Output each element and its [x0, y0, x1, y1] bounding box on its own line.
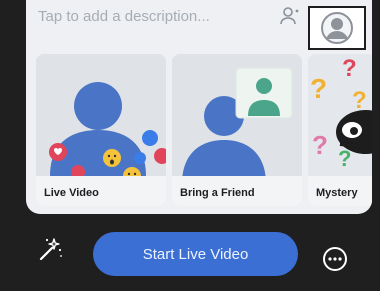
svg-text:?: ?: [342, 55, 357, 82]
card-label: Live Video: [44, 187, 99, 199]
card-label: Mystery: [316, 187, 358, 199]
profile-avatar-icon: [321, 12, 353, 44]
post-sheet: Tap to add a description... Live Video B…: [26, 0, 372, 214]
magic-wand-icon[interactable]: [38, 236, 64, 262]
start-live-video-button[interactable]: Start Live Video: [93, 232, 298, 276]
svg-text:?: ?: [312, 130, 328, 160]
description-input[interactable]: Tap to add a description...: [38, 8, 210, 25]
bottom-bar: Start Live Video: [0, 214, 380, 291]
card-bring-a-friend[interactable]: Bring a Friend: [172, 54, 302, 206]
effects-carousel[interactable]: Live Video Bring a Friend ? ? ? ? ? Myst…: [36, 54, 372, 206]
more-options-icon[interactable]: [322, 246, 348, 272]
card-live-video[interactable]: Live Video: [36, 54, 166, 206]
svg-text:?: ?: [352, 87, 367, 114]
svg-text:?: ?: [310, 73, 327, 104]
card-label: Bring a Friend: [180, 187, 255, 199]
tag-people-icon[interactable]: [279, 5, 301, 27]
avatar-button[interactable]: [308, 6, 366, 50]
card-mystery[interactable]: ? ? ? ? ? Mystery: [308, 54, 372, 206]
